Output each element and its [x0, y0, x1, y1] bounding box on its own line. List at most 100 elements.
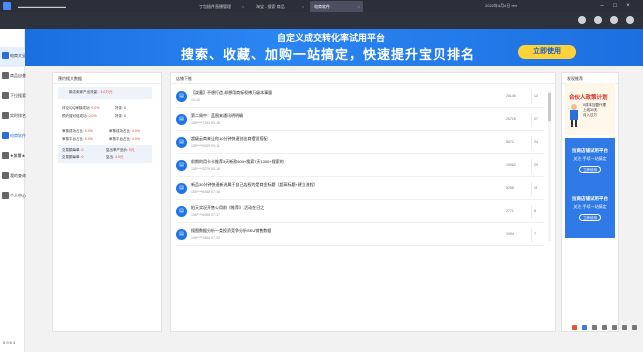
partner-ad-title: 合伙人政策计划 — [569, 95, 608, 101]
tab-3[interactable]: 淘宝 - 搜索 商品 × — [252, 1, 307, 12]
banner-use-button[interactable]: 立即使用 — [518, 45, 576, 59]
sidebar-item-7[interactable]: 个人中心 — [0, 187, 26, 207]
feed-views: 26146 — [506, 94, 516, 98]
promo-banner[interactable]: 自定义成交转化率试用平台 搜索、收藏、加购一站搞定，快速提升宝贝排名 立即使用 — [25, 29, 643, 66]
stats-value: 0.0% — [131, 129, 140, 133]
stats-label: 新店卖家产出流量 — [69, 90, 97, 94]
feed-title: 前期的用卡卡推荐3天新款600+搜索7天1300+搜索的 — [191, 159, 284, 164]
feed-item[interactable]: ▤ 搜图数据分析一类投资竞争分析SKU销售数据 156****2884 07-02 2… — [176, 225, 544, 246]
person-figure-icon — [570, 104, 578, 127]
trial-ad-1[interactable]: 拉商店铺试用平台 关注·手续一站搞定 立即使用 — [565, 138, 615, 190]
stats-label: 审核成功占比: — [109, 129, 131, 133]
sidebar-item-5[interactable]: ★紫薯★ — [0, 147, 25, 167]
divider — [531, 205, 532, 219]
close-icon[interactable]: × — [242, 1, 244, 12]
partner-ad-text: 0成本加盟代理 上线30天 月入过万 — [583, 103, 606, 117]
feed-item[interactable]: ▤ 前期的用卡卡推荐3天新款600+搜索7天1300+搜索的 155****2079… — [176, 156, 544, 177]
stats-value: 0 — [123, 106, 126, 110]
stats-label: 好评: — [115, 114, 123, 118]
trial-ad-title: 拉商店铺试用平台 — [572, 196, 608, 201]
feed-count: 24 — [534, 140, 538, 144]
close-window-icon[interactable]: × — [623, 1, 633, 11]
stats-value: 0元 — [128, 148, 135, 152]
feed-item[interactable]: ▤ 第二周中：蓝图来通讯明明确 155****7253 09-16 26728 27 — [176, 110, 544, 131]
feed-views: 2994 — [506, 232, 514, 236]
sidebar-item-2[interactable]: 下拉搜索 — [0, 87, 26, 107]
sidebar-item-label: 我的查询 — [10, 173, 26, 178]
article-icon: ▤ — [176, 206, 187, 217]
divider — [531, 113, 532, 127]
trial-ad-button[interactable]: 立即使用 — [579, 214, 601, 221]
stats-label: 交易额每单: — [62, 155, 81, 159]
chat-icon[interactable] — [610, 16, 618, 24]
sidebar-item-1[interactable]: 商品自查 — [0, 67, 26, 87]
article-icon: ▤ — [176, 91, 187, 102]
feed-panel: 店铺下推 ▤ 【泼墨】不想打造,却想用商标权搏万级本事量 10-10 26146 13 … — [170, 72, 556, 332]
settings-icon[interactable] — [626, 16, 634, 24]
sidebar-item-label: 商品自查 — [10, 73, 26, 78]
mic-icon[interactable] — [602, 325, 607, 330]
feed-meta: 155****8468 07-18 — [191, 190, 220, 194]
user-icon[interactable] — [578, 16, 586, 24]
grid-icon[interactable] — [632, 325, 637, 330]
input-method-icon[interactable] — [572, 325, 577, 330]
maximize-icon[interactable]: □ — [610, 1, 620, 11]
home-icon — [2, 52, 9, 59]
feed-item[interactable]: ▤ 拍天实况开售公用前《推荐》,活动在日之 155****6058 07-17 277… — [176, 202, 544, 223]
feed-item[interactable]: ▤ 超级云商来让你10分钟快速创出商摆设搭配 155****0069 09-11 55… — [176, 133, 544, 154]
tab-4[interactable]: 电商软件 × — [310, 1, 363, 12]
page-footer: 5 9 6 4 — [3, 340, 16, 345]
tab-2[interactable]: 丁包插件直播管理 × — [195, 1, 247, 12]
feed-scrollbar[interactable] — [548, 91, 551, 241]
sidebar-item-0[interactable]: 电商大全 — [0, 47, 26, 67]
moon-icon[interactable] — [592, 325, 597, 330]
stats-row: 新店卖家产出流量：4.0万元 — [69, 90, 113, 94]
stats-value: 4.0元 — [114, 155, 124, 159]
stats-label: 复出: — [106, 155, 114, 159]
sidebar-item-6[interactable]: 我的查询 — [0, 167, 26, 187]
feed-count: 29 — [534, 163, 538, 167]
divider — [53, 83, 161, 84]
download-icon — [2, 92, 9, 99]
feed-item[interactable]: ▤ 【泼墨】不想打造,却想用商标权搏万级本事量 10-10 26146 13 — [176, 87, 544, 108]
stats-label: 评论/QQ审核成功: — [62, 106, 91, 110]
partner-ad[interactable]: 合伙人政策计划 0成本加盟代理 上线30天 月入过万 — [565, 83, 615, 135]
stats-row: 复出率产品价: 0元 — [106, 148, 134, 153]
sidebar-item-4[interactable]: 电商软件 — [0, 127, 26, 147]
bell-icon[interactable] — [594, 16, 602, 24]
feed-title: 超级云商来让你10分钟快速创出商摆设搭配 — [191, 136, 268, 141]
trial-ad-button[interactable]: 立即使用 — [579, 166, 601, 173]
feed-item[interactable]: ▤ 新品30分钟快速新选属于自己店权的是商金标题（超高标题+建立流程） 155***… — [176, 179, 544, 200]
status-text: 2022年4月4日 ▪▪▪▪ — [485, 3, 518, 8]
feed-views: 26728 — [506, 117, 516, 121]
feed-title: 第二周中：蓝图来通讯明明确 — [191, 113, 243, 118]
scrollbar-thumb[interactable] — [548, 93, 551, 121]
stats-block-4: 交易额每单: 0 复出率产品价: 0元 交易额每单: 0 复出: 4.0元 — [58, 145, 152, 163]
stats-value: 0.0% — [131, 137, 140, 141]
keyboard-icon[interactable] — [612, 325, 617, 330]
lang-icon[interactable] — [582, 325, 587, 330]
tab-1-label: ▬▬▬▬▬▬▬▬▬▬▬▬ — [18, 4, 66, 9]
close-icon[interactable]: × — [358, 1, 360, 12]
stats-value: 0.0% — [88, 114, 97, 118]
user-icon — [2, 192, 9, 199]
stats-panel: 预约搜大数据 新店卖家产出流量：4.0万元 评论/QQ审核成功: 0.0% 好评… — [52, 72, 162, 332]
close-icon[interactable]: × — [302, 1, 304, 12]
shirt-icon[interactable] — [622, 325, 627, 330]
feed-count: 11 — [534, 186, 538, 190]
article-icon: ▤ — [176, 137, 187, 148]
recommend-panel-title: 发现推荐 — [567, 76, 583, 81]
tab-1[interactable]: ▬▬▬▬▬▬▬▬▬▬▬▬ — [14, 1, 100, 12]
stats-row: 审核成功占比: 0.0% — [62, 129, 93, 134]
minimize-icon[interactable]: – — [597, 1, 607, 11]
feed-meta: 155****6058 07-17 — [191, 213, 220, 217]
article-icon: ▤ — [176, 229, 187, 240]
sidebar-item-3[interactable]: 实时排名 — [0, 107, 26, 127]
sidebar-item-label: 个人中心 — [10, 193, 26, 198]
feed-meta: 155****0069 09-11 — [191, 144, 220, 148]
browser-titlebar: ▬▬▬▬▬▬▬▬▬▬▬▬ 丁包插件直播管理 × 淘宝 - 搜索 商品 × 电商软件 ×… — [0, 0, 643, 12]
stats-row: 审核平台占比: 0.0% — [109, 137, 140, 142]
stats-row: 交易额每单: 0 — [62, 155, 83, 160]
stats-panel-title: 预约搜大数据 — [58, 76, 82, 81]
trial-ad-2[interactable]: 拉商店铺试用平台 关注·手续一站搞定 立即使用 — [565, 186, 615, 238]
